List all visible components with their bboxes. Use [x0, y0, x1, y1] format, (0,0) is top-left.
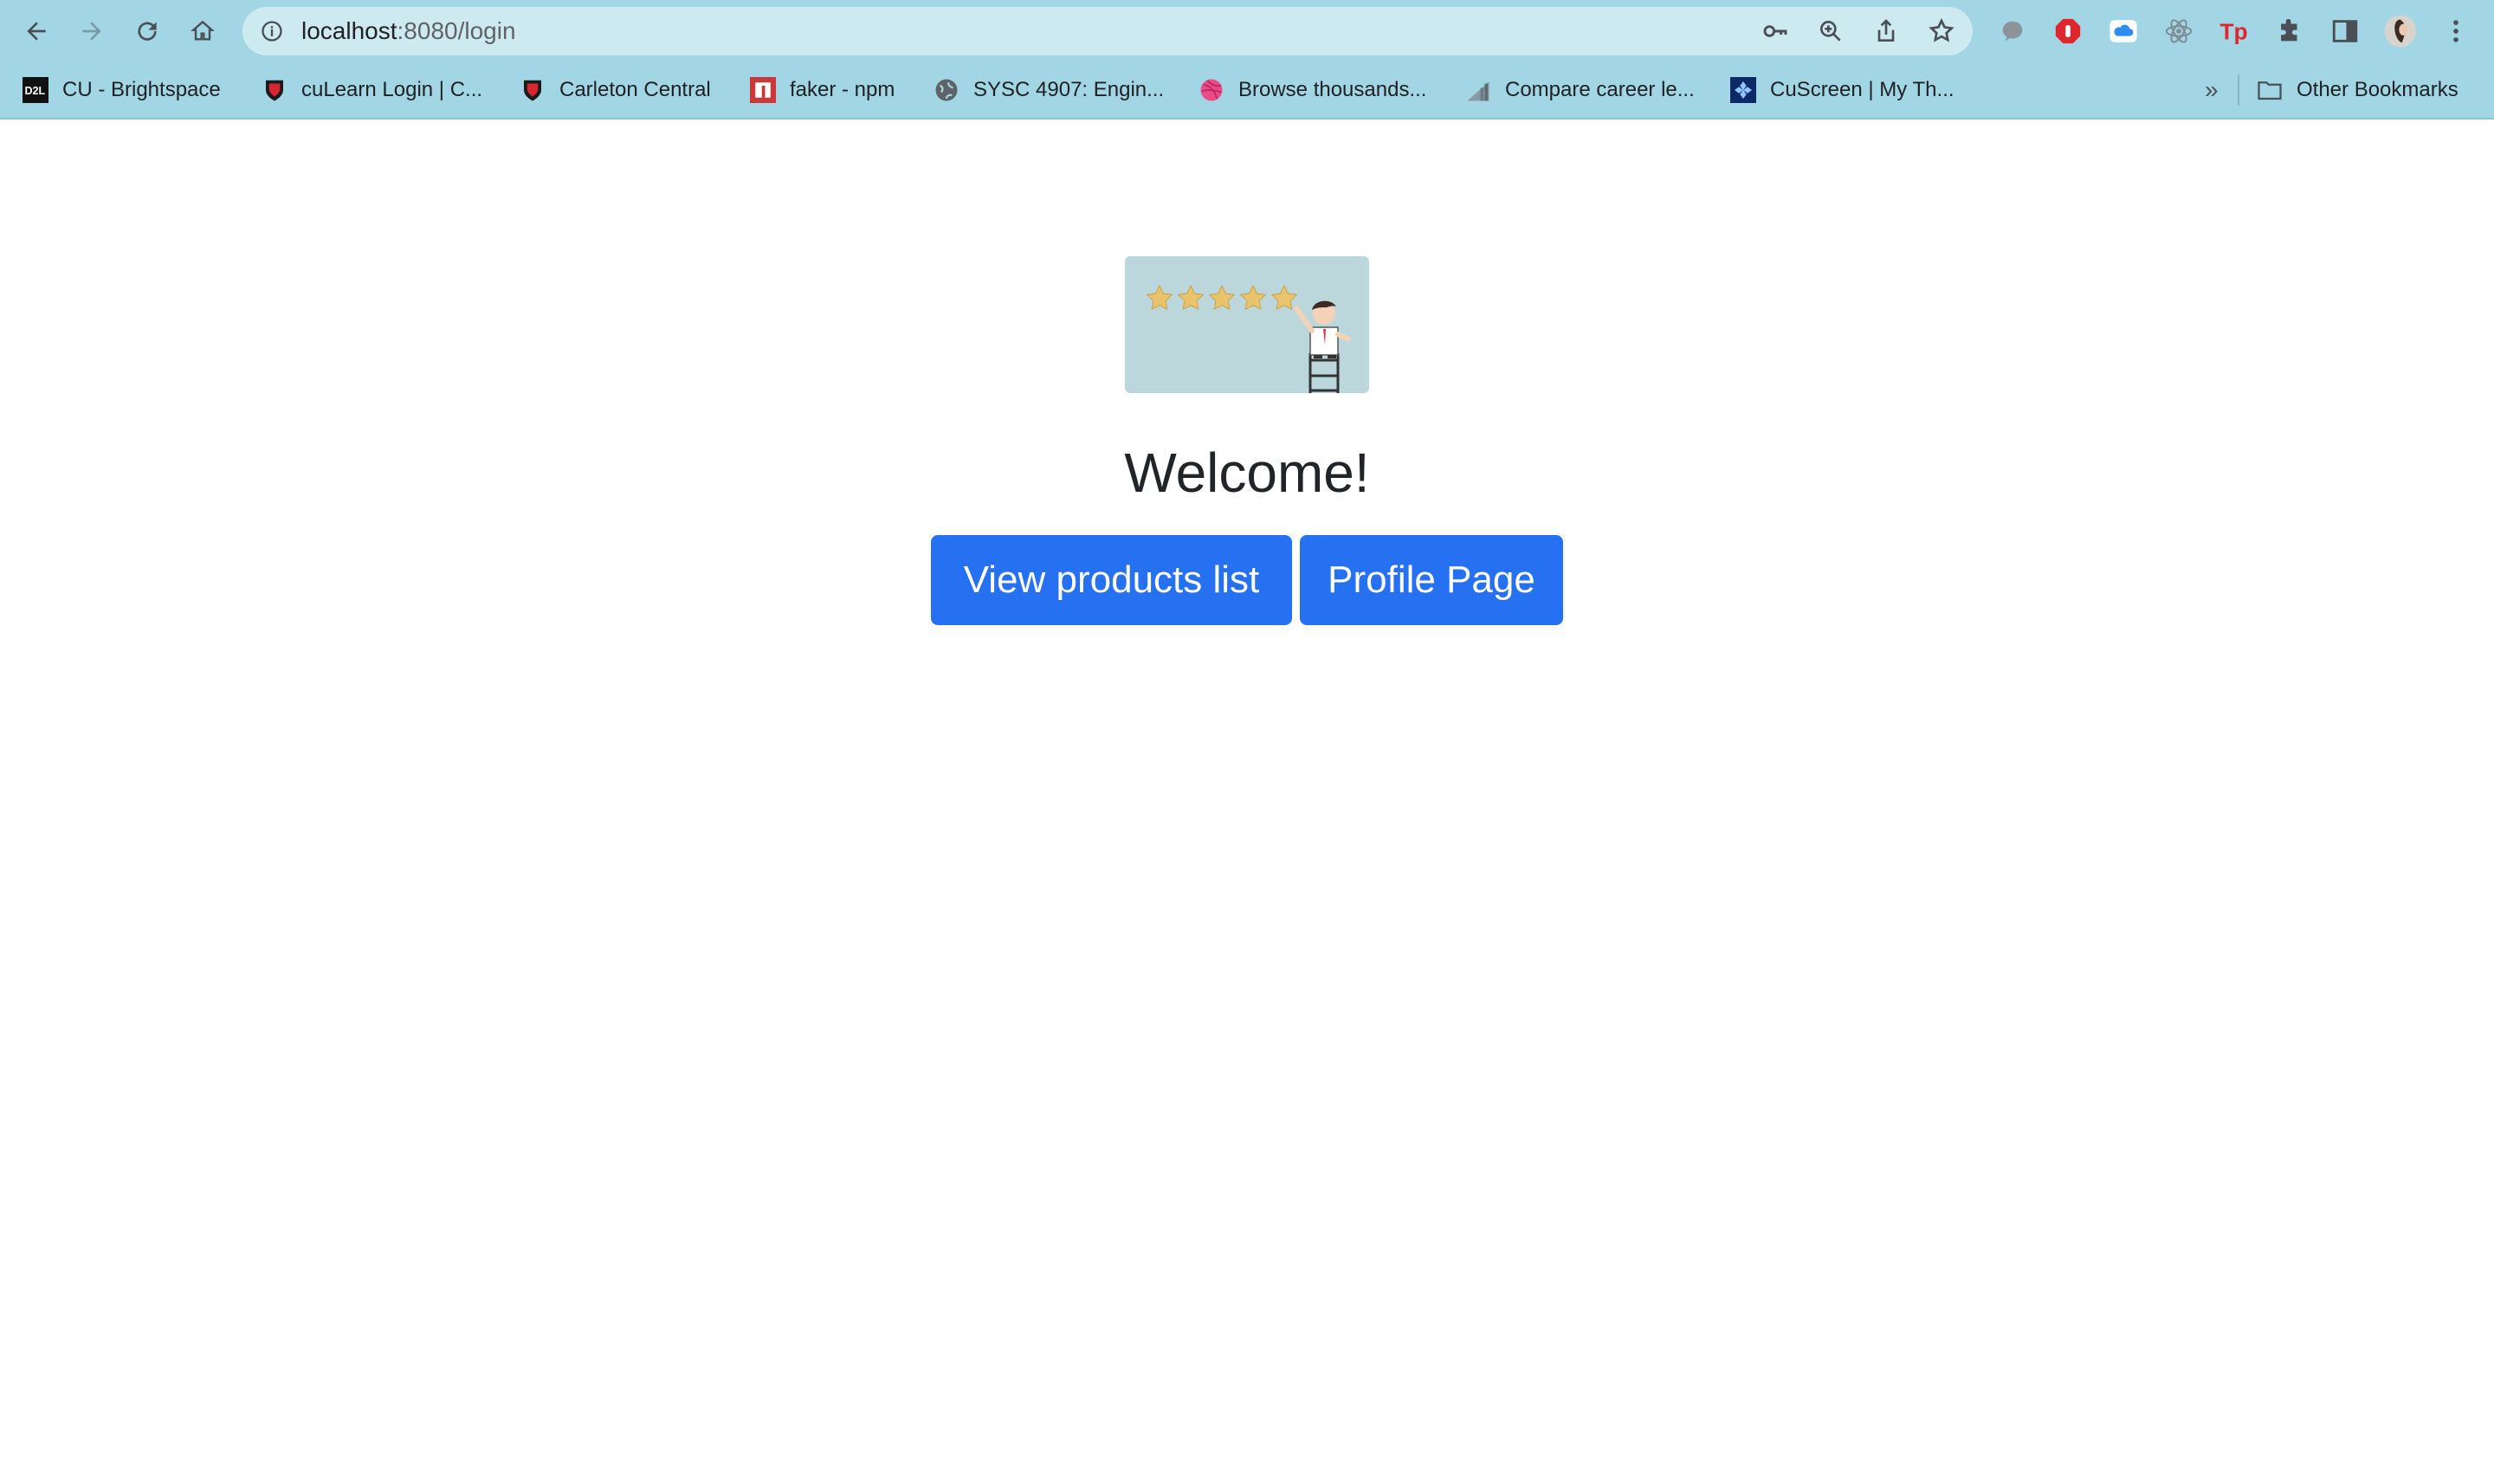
bookmark-label: faker - npm — [790, 78, 895, 101]
dribbble-icon — [1199, 77, 1224, 103]
star-icon — [1177, 284, 1205, 311]
back-button[interactable] — [17, 12, 55, 50]
share-icon[interactable] — [1872, 17, 1900, 45]
profile-avatar[interactable] — [2383, 14, 2418, 48]
forward-button[interactable] — [73, 12, 111, 50]
ladder — [1308, 353, 1340, 393]
address-bar[interactable]: localhost:8080/login — [242, 7, 1973, 55]
tp-extension-icon[interactable]: Tp — [2217, 14, 2252, 48]
bookmark-label: SYSC 4907: Engin... — [973, 78, 1165, 101]
overflow-chevron-icon: » — [2205, 76, 2219, 103]
other-bookmarks-label: Other Bookmarks — [2297, 78, 2458, 101]
bookmark-sysc-4907[interactable]: SYSC 4907: Engin... — [934, 74, 1164, 106]
bookmark-label: Browse thousands... — [1238, 78, 1427, 101]
reload-button[interactable] — [128, 12, 166, 50]
globe-icon — [934, 77, 959, 103]
five-star-rating-illustration — [1125, 256, 1369, 393]
svg-text:Tp: Tp — [2219, 19, 2247, 45]
bookmark-label: CU - Brightspace — [62, 78, 221, 101]
profile-page-button[interactable]: Profile Page — [1300, 535, 1563, 625]
star-bookmark-icon[interactable] — [1928, 17, 1955, 45]
info-icon — [262, 21, 282, 42]
url-text[interactable]: localhost:8080/login — [301, 19, 516, 43]
bookmark-label: Compare career le... — [1505, 78, 1695, 101]
d2l-icon: D2L — [23, 77, 48, 103]
businessman-figure — [1294, 300, 1351, 358]
react-devtools-icon[interactable] — [2161, 14, 2196, 48]
bookmark-culearn[interactable]: cuLearn Login | C... — [262, 74, 482, 106]
star-icon — [1208, 284, 1236, 311]
cloud-extension-icon[interactable] — [2106, 14, 2141, 48]
home-button[interactable] — [184, 12, 222, 50]
other-bookmarks-folder[interactable]: Other Bookmarks — [2257, 74, 2458, 106]
home-icon — [191, 20, 215, 41]
carleton-icon — [262, 77, 288, 103]
bookmark-label: cuLearn Login | C... — [301, 78, 483, 101]
zoom-icon[interactable] — [1817, 17, 1845, 45]
bookmark-faker-npm[interactable]: faker - npm — [750, 74, 895, 106]
browser-chrome: localhost:8080/login Tp D2L CU - Brights… — [0, 0, 2494, 119]
url-path: :8080/login — [397, 17, 516, 44]
bookmarks-overflow-button[interactable]: » — [2205, 74, 2219, 106]
page-title: Welcome! — [1124, 442, 1370, 504]
star-icon — [1270, 284, 1298, 311]
bookmark-label: CuScreen | My Th... — [1770, 78, 1954, 101]
star-icon — [1146, 284, 1173, 311]
bookmark-cu-brightspace[interactable]: D2L CU - Brightspace — [23, 74, 221, 106]
bookmarks-divider — [2238, 74, 2239, 106]
url-host: localhost — [301, 17, 397, 44]
view-products-button[interactable]: View products list — [931, 535, 1292, 625]
bookmark-label: Carleton Central — [559, 78, 711, 101]
bookmark-compare-career[interactable]: Compare career le... — [1465, 74, 1695, 106]
bookmark-carleton-central[interactable]: Carleton Central — [520, 74, 711, 106]
speech-bubble-extension-icon[interactable] — [1995, 14, 2030, 48]
bookmarks-bar: D2L CU - Brightspace cuLearn Login | C..… — [0, 68, 2494, 113]
arrow-left-icon — [27, 22, 46, 41]
npm-icon — [750, 77, 776, 103]
chart-icon — [1465, 77, 1491, 103]
rating-stars — [1146, 284, 1298, 311]
svg-text:D2L: D2L — [25, 85, 46, 97]
extensions-puzzle-icon[interactable] — [2272, 14, 2307, 48]
browser-toolbar: localhost:8080/login Tp — [0, 0, 2494, 62]
folder-icon — [2257, 77, 2283, 103]
bookmark-cuscreen[interactable]: CuScreen | My Th... — [1730, 74, 1954, 106]
carleton-icon — [520, 77, 546, 103]
key-icon[interactable] — [1761, 17, 1789, 45]
cuscreen-icon — [1730, 77, 1756, 103]
star-icon — [1239, 284, 1267, 311]
reload-icon — [138, 22, 157, 41]
bookmark-dribbble[interactable]: Browse thousands... — [1199, 74, 1426, 106]
adblock-extension-icon[interactable] — [2051, 14, 2085, 48]
side-panel-icon[interactable] — [2328, 14, 2362, 48]
kebab-menu-icon[interactable] — [2439, 14, 2473, 48]
arrow-right-icon — [82, 22, 101, 41]
